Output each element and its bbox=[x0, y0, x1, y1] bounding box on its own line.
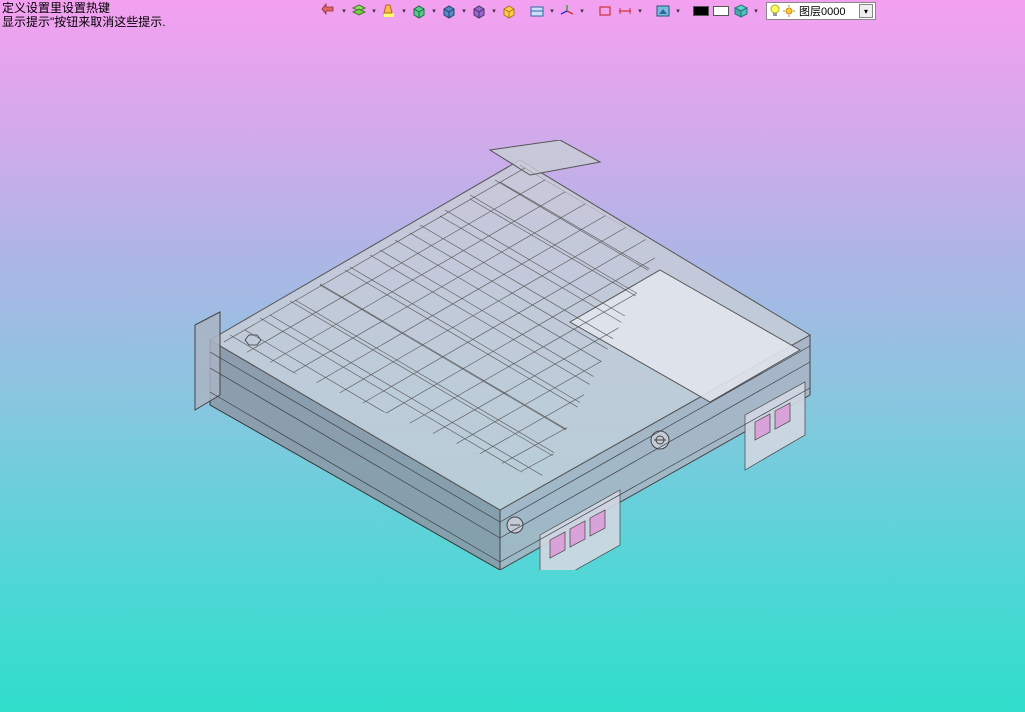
section-dropdown[interactable]: ▾ bbox=[548, 2, 556, 20]
box-blue-button[interactable] bbox=[440, 2, 458, 20]
sun-icon bbox=[783, 5, 795, 17]
model-svg bbox=[190, 140, 830, 570]
swatch-black bbox=[693, 6, 709, 16]
box-green-dropdown[interactable]: ▾ bbox=[430, 2, 438, 20]
viewport-3d[interactable]: 定义设置里设置热键 显示提示"按钮来取消这些提示. ▾ ▾ ▾ ▾ ▾ bbox=[0, 0, 1025, 712]
top-toolbar: ▾ ▾ ▾ ▾ ▾ ▾ ▾ bbox=[320, 2, 876, 20]
rectangle-button[interactable] bbox=[596, 2, 614, 20]
box-purple-button[interactable] bbox=[470, 2, 488, 20]
iso-cube-button[interactable] bbox=[500, 2, 518, 20]
layer-selector[interactable]: 图层0000 ▾ bbox=[766, 2, 876, 20]
material-icon bbox=[733, 3, 749, 19]
material-dropdown[interactable]: ▾ bbox=[752, 2, 760, 20]
hint-line-1: 定义设置里设置热键 bbox=[2, 1, 166, 15]
box-blue-dropdown[interactable]: ▾ bbox=[460, 2, 468, 20]
iso-cube-icon bbox=[501, 3, 517, 19]
measure-icon bbox=[617, 3, 633, 19]
layers-dropdown[interactable]: ▾ bbox=[370, 2, 378, 20]
render-style-icon bbox=[655, 3, 671, 19]
layers-button[interactable] bbox=[350, 2, 368, 20]
render-style-button[interactable] bbox=[654, 2, 672, 20]
box-green-button[interactable] bbox=[410, 2, 428, 20]
layers-icon bbox=[351, 3, 367, 19]
hint-overlay: 定义设置里设置热键 显示提示"按钮来取消这些提示. bbox=[0, 0, 168, 30]
highlighter-icon bbox=[381, 3, 397, 19]
material-button[interactable] bbox=[732, 2, 750, 20]
render-style-dropdown[interactable]: ▾ bbox=[674, 2, 682, 20]
section-button[interactable] bbox=[528, 2, 546, 20]
section-icon bbox=[529, 3, 545, 19]
undo-icon bbox=[321, 3, 337, 19]
lightbulb-icon bbox=[769, 4, 781, 18]
undo-dropdown[interactable]: ▾ bbox=[340, 2, 348, 20]
layer-name: 图层0000 bbox=[797, 3, 859, 19]
highlighter-button[interactable] bbox=[380, 2, 398, 20]
box-blue-icon bbox=[441, 3, 457, 19]
hint-line-2: 显示提示"按钮来取消这些提示. bbox=[2, 15, 166, 29]
measure-dropdown[interactable]: ▾ bbox=[636, 2, 644, 20]
highlighter-dropdown[interactable]: ▾ bbox=[400, 2, 408, 20]
layer-dropdown-button[interactable]: ▾ bbox=[859, 4, 873, 18]
box-purple-icon bbox=[471, 3, 487, 19]
undo-button[interactable] bbox=[320, 2, 338, 20]
swatch-white-button[interactable] bbox=[712, 2, 730, 20]
rectangle-icon bbox=[597, 3, 613, 19]
axis-icon bbox=[559, 3, 575, 19]
cad-model[interactable] bbox=[140, 80, 880, 640]
axis-dropdown[interactable]: ▾ bbox=[578, 2, 586, 20]
box-purple-dropdown[interactable]: ▾ bbox=[490, 2, 498, 20]
swatch-white bbox=[713, 6, 729, 16]
box-green-icon bbox=[411, 3, 427, 19]
swatch-black-button[interactable] bbox=[692, 2, 710, 20]
axis-button[interactable] bbox=[558, 2, 576, 20]
measure-button[interactable] bbox=[616, 2, 634, 20]
